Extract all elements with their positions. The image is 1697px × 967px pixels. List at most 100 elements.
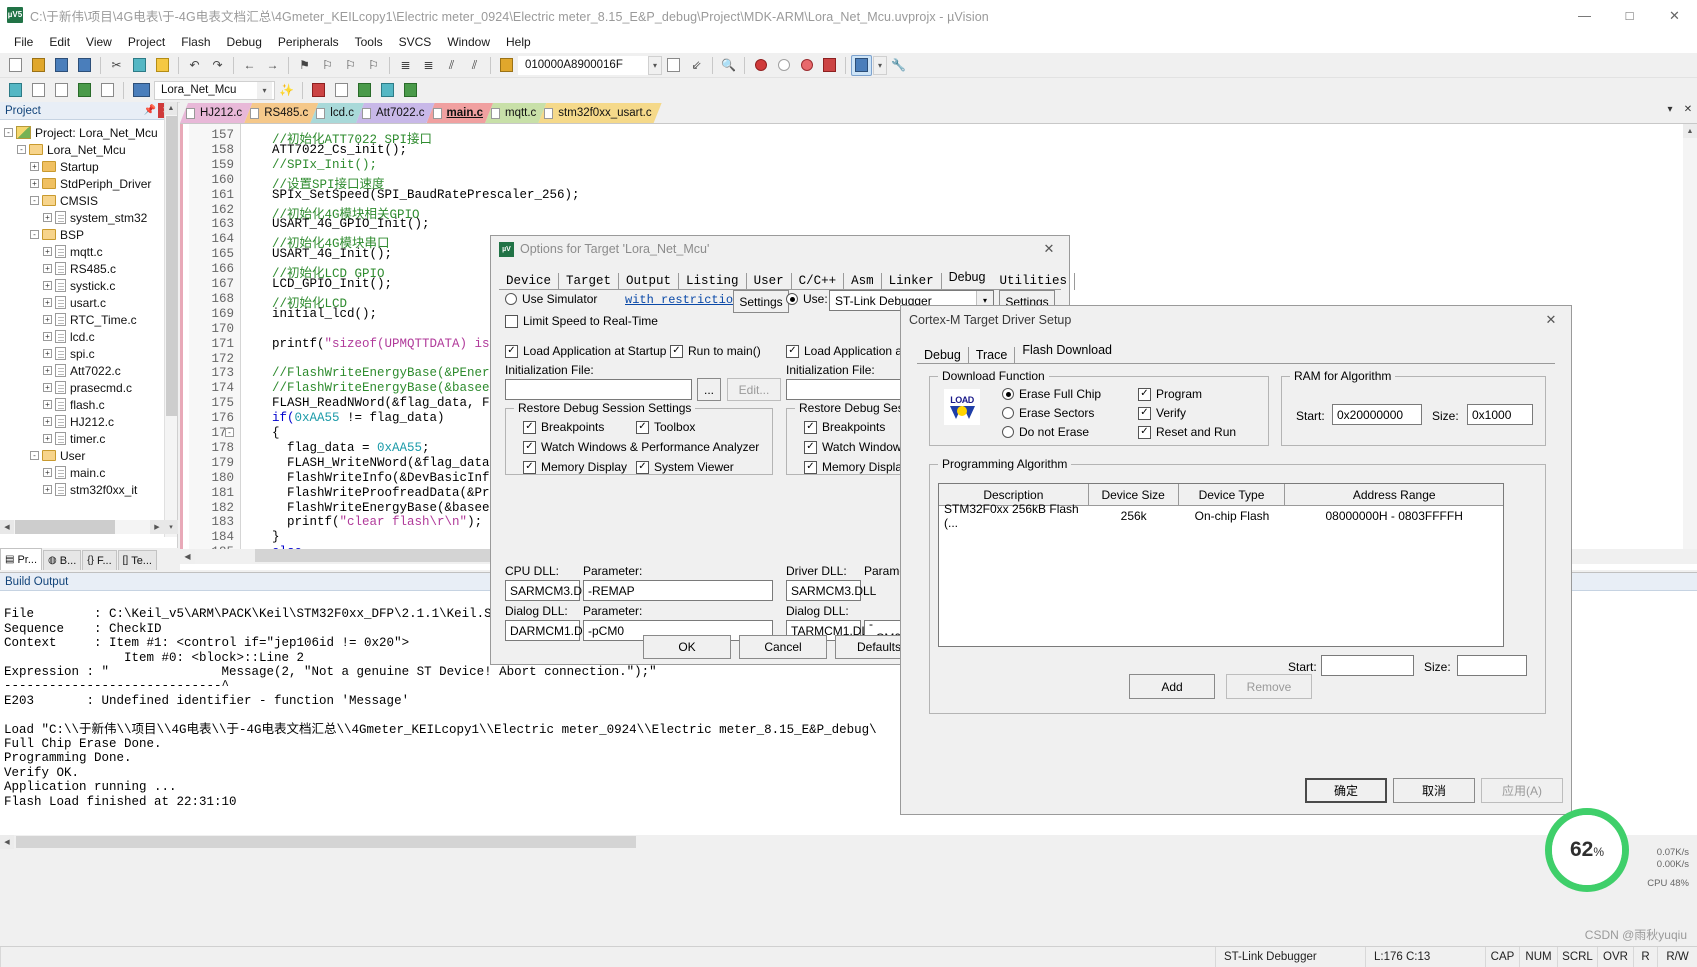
stop-build-icon[interactable]: [97, 80, 118, 101]
editor-tab-Att7022-c[interactable]: Att7022.c: [356, 103, 435, 123]
expand-toggle-icon[interactable]: +: [43, 332, 52, 341]
save-all-icon[interactable]: [74, 55, 95, 76]
tree-item[interactable]: + timer.c: [4, 430, 177, 447]
expand-toggle-icon[interactable]: +: [43, 298, 52, 307]
expand-toggle-icon[interactable]: +: [43, 366, 52, 375]
breakpoint-disable-icon[interactable]: [773, 55, 794, 76]
build-icon[interactable]: [28, 80, 49, 101]
expand-toggle-icon[interactable]: +: [43, 485, 52, 494]
editor-tab-mqtt-c[interactable]: mqtt.c: [485, 103, 546, 123]
tree-item[interactable]: + usart.c: [4, 294, 177, 311]
tree-item[interactable]: + RS485.c: [4, 260, 177, 277]
navigate-back-icon[interactable]: ←: [239, 55, 260, 76]
cortex-cancel-button[interactable]: 取消: [1393, 778, 1475, 803]
editor-tab-main-c[interactable]: main.c: [427, 103, 493, 123]
expand-toggle-icon[interactable]: +: [43, 349, 52, 358]
menu-flash[interactable]: Flash: [173, 33, 218, 51]
indent-icon[interactable]: ≣: [395, 55, 416, 76]
scroll-thumb-h[interactable]: [15, 520, 115, 534]
restore-breakpoints-checkbox-right[interactable]: ✓ Breakpoints: [804, 420, 885, 434]
new-file-icon[interactable]: [5, 55, 26, 76]
menu-svcs[interactable]: SVCS: [391, 33, 440, 51]
save-icon[interactable]: [51, 55, 72, 76]
bookmark-toggle-icon[interactable]: ⚑: [294, 55, 315, 76]
menu-project[interactable]: Project: [120, 33, 173, 51]
outdent-icon[interactable]: ≣: [418, 55, 439, 76]
cortex-tab-debug[interactable]: Debug: [917, 347, 969, 364]
paste-icon[interactable]: [152, 55, 173, 76]
collapse-toggle-icon[interactable]: -: [17, 145, 26, 154]
cortex-tab-trace[interactable]: Trace: [969, 347, 1016, 364]
scroll-dropdown-icon[interactable]: ▾: [164, 520, 178, 534]
tree-item[interactable]: - BSP: [4, 226, 177, 243]
collapse-toggle-icon[interactable]: -: [30, 230, 39, 239]
browse-init-file-button-left[interactable]: ...: [697, 378, 721, 401]
find-in-files-icon[interactable]: [496, 55, 517, 76]
restore-watch-windows-checkbox-left[interactable]: ✓ Watch Windows & Performance Analyzer: [523, 440, 759, 454]
table-row[interactable]: STM32F0xx 256kB Flash (... 256k On-chip …: [939, 502, 1503, 530]
scroll-left-icon[interactable]: ◀: [180, 549, 195, 564]
driver-dll-input[interactable]: SARMCM3.DLL: [786, 580, 876, 601]
cortex-dialog-close-icon[interactable]: ✕: [1531, 306, 1571, 334]
programming-algorithm-table[interactable]: Description Device Size Device Type Addr…: [938, 483, 1504, 647]
expand-toggle-icon[interactable]: +: [43, 247, 52, 256]
options-tab-debug[interactable]: Debug: [941, 269, 993, 288]
scroll-left-icon[interactable]: ◀: [0, 520, 14, 534]
cut-icon[interactable]: ✂: [106, 55, 127, 76]
restore-toolbox-checkbox-left[interactable]: ✓ Toolbox: [636, 420, 695, 434]
verify-checkbox[interactable]: ✓ Verify: [1138, 406, 1186, 420]
options-tab-cc[interactable]: C/C++: [792, 273, 845, 290]
tree-item[interactable]: + StdPeriph_Driver: [4, 175, 177, 192]
uncomment-icon[interactable]: ⫽: [464, 55, 485, 76]
use-simulator-radio[interactable]: Use Simulator: [505, 292, 597, 306]
manage-run-time-icon[interactable]: [400, 80, 421, 101]
options-ok-button[interactable]: OK: [643, 635, 731, 659]
expand-toggle-icon[interactable]: +: [43, 400, 52, 409]
options-tab-listing[interactable]: Listing: [679, 273, 747, 290]
manage-components-icon[interactable]: [308, 80, 329, 101]
options-tab-device[interactable]: Device: [499, 273, 560, 290]
breakpoint-disable-all-icon[interactable]: [819, 55, 840, 76]
tree-item[interactable]: + RTC_Time.c: [4, 311, 177, 328]
translate-icon[interactable]: [5, 80, 26, 101]
add-algorithm-button[interactable]: Add: [1129, 674, 1215, 699]
tab-close-icon[interactable]: ✕: [1681, 104, 1695, 115]
search-icon[interactable]: 🔍: [718, 55, 739, 76]
expand-toggle-icon[interactable]: +: [43, 383, 52, 392]
erase-sectors-radio[interactable]: Erase Sectors: [1002, 406, 1094, 420]
tree-item[interactable]: + spi.c: [4, 345, 177, 362]
menu-view[interactable]: View: [78, 33, 120, 51]
restore-watch-windows-checkbox-right[interactable]: ✓ Watch Windows: [804, 440, 908, 454]
use-debugger-radio[interactable]: Use:: [786, 292, 828, 306]
menu-window[interactable]: Window: [439, 33, 498, 51]
cortex-ok-button[interactable]: 确定: [1305, 778, 1387, 803]
project-panel-tab-1[interactable]: ◍ B...: [43, 550, 82, 570]
menu-help[interactable]: Help: [498, 33, 539, 51]
target-options-icon[interactable]: ✨: [276, 80, 297, 101]
expand-toggle-icon[interactable]: +: [43, 417, 52, 426]
simulator-settings-button[interactable]: Settings: [733, 290, 789, 313]
menu-peripherals[interactable]: Peripherals: [270, 33, 347, 51]
tree-item[interactable]: + prasecmd.c: [4, 379, 177, 396]
bookmark-clear-icon[interactable]: ⚐: [363, 55, 384, 76]
editor-tab-stm32f0xx_usart-c[interactable]: stm32f0xx_usart.c: [538, 103, 661, 123]
expand-toggle-icon[interactable]: +: [43, 213, 52, 222]
options-tab-utilities[interactable]: Utilities: [992, 273, 1075, 290]
editor-tab-RS485-c[interactable]: RS485.c: [244, 103, 318, 123]
tree-item[interactable]: - User: [4, 447, 177, 464]
restore-memory-display-checkbox-left[interactable]: ✓ Memory Display: [523, 460, 627, 474]
copy-icon[interactable]: [129, 55, 150, 76]
expand-toggle-icon[interactable]: +: [43, 434, 52, 443]
restore-system-viewer-checkbox-left[interactable]: ✓ System Viewer: [636, 460, 734, 474]
scroll-thumb[interactable]: [166, 116, 177, 416]
tree-item[interactable]: + mqtt.c: [4, 243, 177, 260]
menu-edit[interactable]: Edit: [41, 33, 78, 51]
download-icon[interactable]: [129, 80, 153, 101]
options-tab-user[interactable]: User: [747, 273, 792, 290]
scroll-thumb[interactable]: [16, 836, 636, 848]
project-panel-tab-2[interactable]: {} F...: [82, 550, 117, 570]
find-next-icon[interactable]: [663, 55, 684, 76]
collapse-toggle-icon[interactable]: -: [4, 128, 13, 137]
target-selector-chevron-down-icon[interactable]: ▾: [257, 81, 272, 99]
options-tab-linker[interactable]: Linker: [882, 273, 942, 290]
